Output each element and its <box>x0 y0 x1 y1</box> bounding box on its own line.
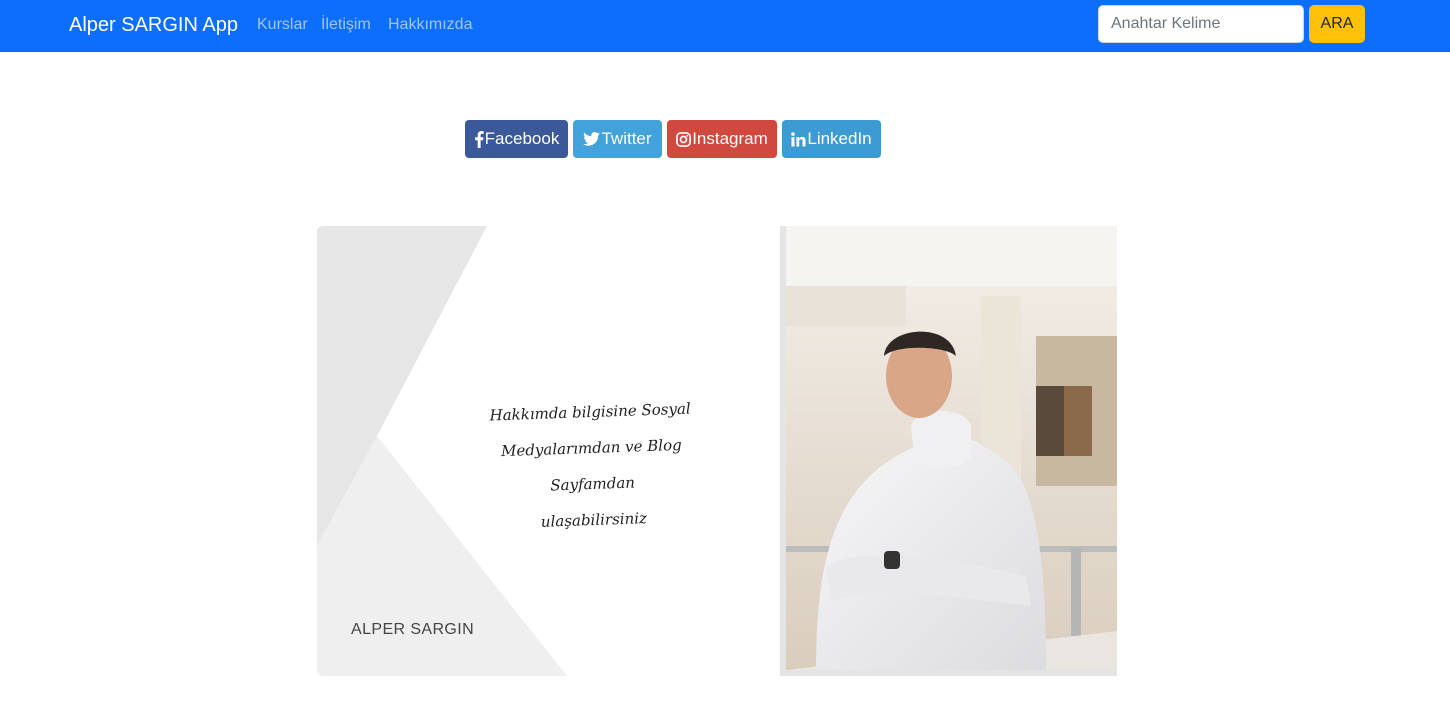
instagram-button[interactable]: Instagram <box>667 120 777 158</box>
instagram-label: Instagram <box>692 129 768 148</box>
quote-line: Medyalarımdan ve Blog Sayfamdan <box>500 435 682 495</box>
nav-link-hakkimizda[interactable]: Hakkımızda <box>388 15 472 35</box>
linkedin-button[interactable]: LinkedIn <box>782 120 881 158</box>
card-name: ALPER SARGIN <box>351 621 475 638</box>
twitter-button[interactable]: Twitter <box>573 120 662 158</box>
facebook-label: Facebook <box>484 129 560 148</box>
search-button[interactable]: ARA <box>1309 5 1365 43</box>
twitter-label: Twitter <box>601 129 652 148</box>
nav-link-kurslar[interactable]: Kurslar <box>257 15 308 35</box>
about-card-image: Hakkımda bilgisine Sosyal Medyalarımdan … <box>317 226 777 676</box>
top-navbar: Alper SARGIN App Kurslar İletişim Hakkım… <box>0 0 1450 52</box>
facebook-button[interactable]: Facebook <box>465 120 568 158</box>
search-input[interactable] <box>1098 5 1304 43</box>
instagram-icon <box>676 131 692 147</box>
brand-link[interactable]: Alper SARGIN App <box>69 13 238 37</box>
linkedin-icon <box>791 131 807 147</box>
portrait-photo <box>780 226 1117 676</box>
facebook-icon <box>474 130 485 148</box>
twitter-icon <box>583 132 601 146</box>
nav-link-iletisim[interactable]: İletişim <box>321 15 371 35</box>
linkedin-label: LinkedIn <box>807 129 872 148</box>
about-quote: Hakkımda bilgisine Sosyal Medyalarımdan … <box>455 389 730 542</box>
